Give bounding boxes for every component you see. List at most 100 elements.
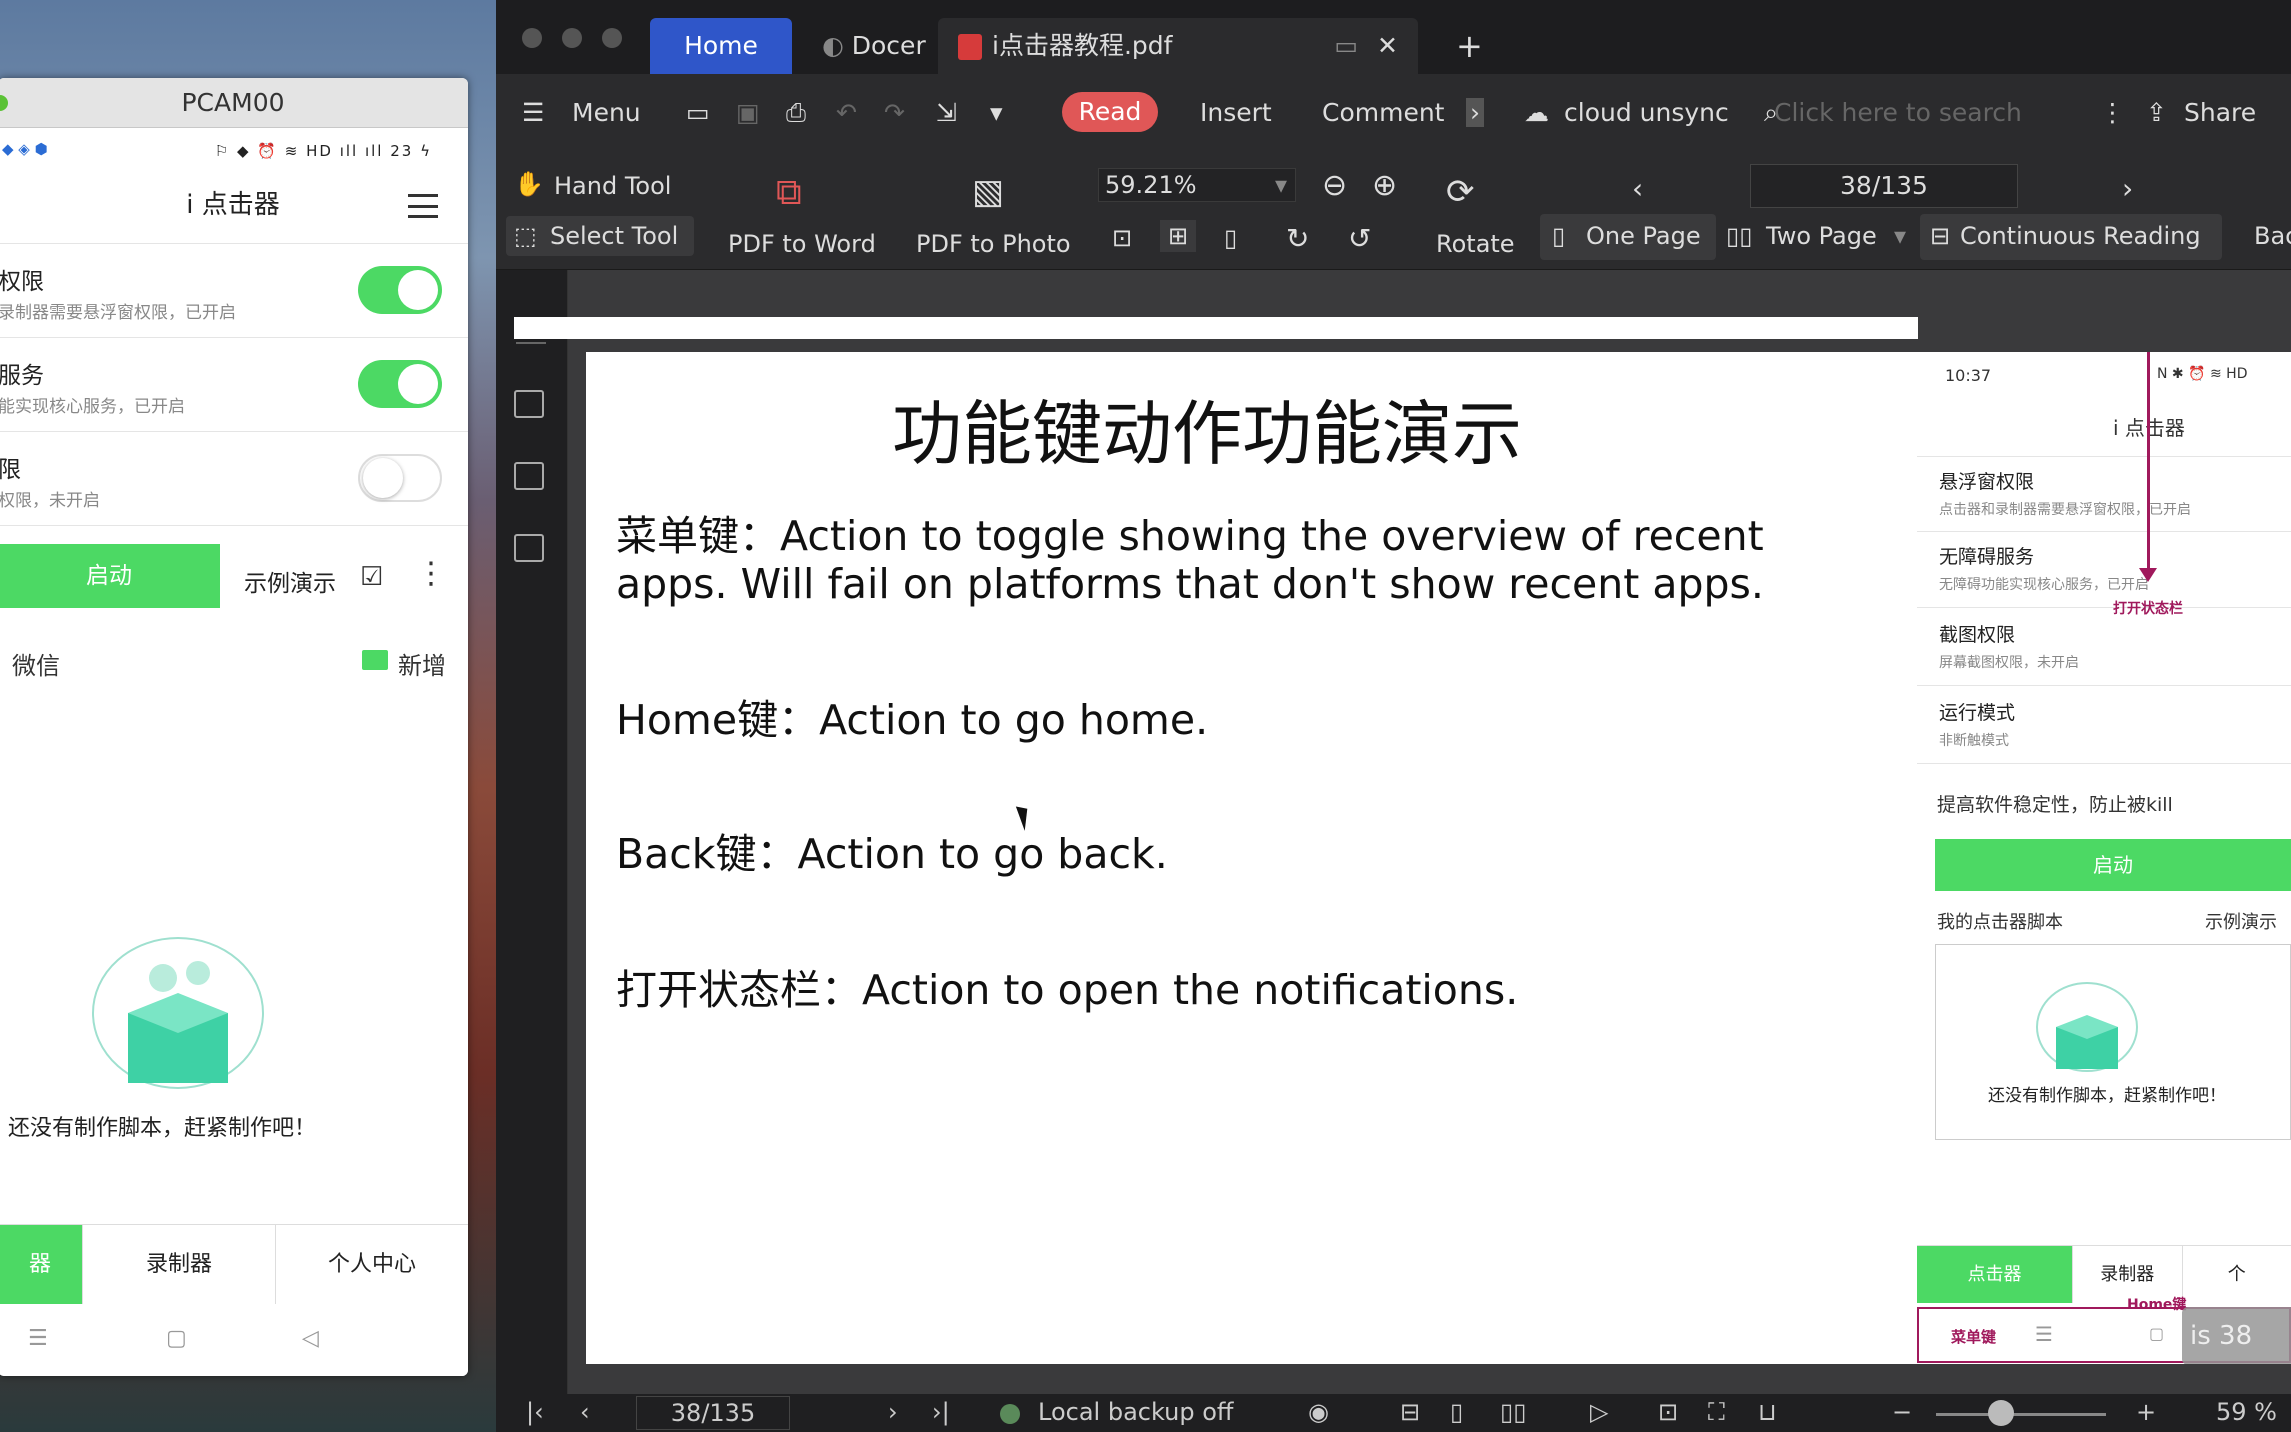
shot-recent-icon: ☰ — [2035, 1322, 2053, 1346]
outline-icon[interactable] — [514, 390, 544, 418]
shot-row-title: 无障碍服务 — [1939, 546, 2035, 568]
status-bar: |‹ ‹ 38/135 › ›| Local backup off ◉ ⊟ ▯ … — [496, 1394, 2291, 1432]
demo-link[interactable]: 示例演示 — [244, 564, 336, 598]
next-page-icon[interactable]: › — [2122, 172, 2133, 205]
zoom-select[interactable]: 59.21% ▾ — [1098, 168, 1296, 202]
tab-clicker[interactable]: 器 — [0, 1225, 82, 1304]
share-button[interactable]: Share — [2184, 98, 2256, 127]
thumbnails-icon[interactable] — [514, 462, 544, 490]
background-button[interactable]: Bac — [2254, 222, 2291, 250]
overlay-permission-toggle[interactable] — [358, 266, 442, 314]
tab-docer[interactable]: ◐ Docer — [802, 18, 946, 74]
redo-icon[interactable]: ↷ — [884, 98, 905, 127]
undo-icon[interactable]: ↶ — [836, 98, 857, 127]
eye-protection-icon[interactable]: ◉ — [1308, 1398, 1329, 1426]
open-folder-icon[interactable]: ▭ — [686, 98, 710, 127]
phone-tab-bar: 器 录制器 个人中心 — [0, 1224, 468, 1304]
zoom-in-icon[interactable]: ⊕ — [1372, 168, 1397, 203]
last-page-icon[interactable]: ›| — [932, 1398, 950, 1426]
continuous-view-icon[interactable]: ⊟ — [1400, 1398, 1420, 1426]
fit-width-icon[interactable]: ▯ — [1224, 224, 1237, 252]
tab-comment[interactable]: Comment — [1322, 98, 1445, 127]
checklist-icon[interactable]: ☑ — [360, 562, 383, 592]
rotate-right-icon[interactable]: ↻ — [1286, 222, 1309, 255]
more-options-icon[interactable]: ⋮ — [416, 556, 446, 591]
fit-width-icon[interactable]: ⊔ — [1758, 1398, 1777, 1426]
tab-read[interactable]: Read — [1062, 92, 1158, 132]
tab-home[interactable]: Home — [650, 18, 792, 74]
fit-page-icon[interactable]: ⛶ — [1708, 1398, 1725, 1426]
zoom-in-icon[interactable]: + — [2136, 1398, 2156, 1426]
tab-profile[interactable]: 个人中心 — [275, 1225, 468, 1304]
play-icon[interactable]: ▷ — [1590, 1398, 1608, 1426]
pdf-to-photo-button[interactable]: PDF to Photo — [916, 230, 1071, 258]
more-tabs-chevron-icon[interactable]: › — [1466, 98, 1484, 127]
rotate-left-icon[interactable]: ↺ — [1348, 222, 1371, 255]
back-icon[interactable]: ◁ — [302, 1326, 319, 1351]
menu-button[interactable]: Menu — [572, 98, 641, 127]
tab-pdf-document[interactable]: i点击器教程.pdf ▭ ✕ — [938, 18, 1418, 74]
single-page-view-icon[interactable]: ▯ — [1450, 1398, 1463, 1426]
zoom-out-icon[interactable]: − — [1892, 1398, 1912, 1426]
one-page-button[interactable]: ▯ One Page — [1540, 214, 1716, 260]
script-folder-name[interactable]: 微信 — [12, 646, 60, 681]
shot-row-subtitle: 屏幕截图权限，未开启 — [1939, 655, 2079, 671]
print-icon[interactable]: ⎙ — [786, 98, 806, 128]
more-icon[interactable]: ⋮ — [2100, 98, 2125, 127]
search-field[interactable]: Click here to search — [1774, 98, 2022, 127]
hamburger-menu-icon[interactable] — [408, 194, 438, 218]
dropdown-arrow-icon[interactable]: ▾ — [990, 98, 1003, 127]
home-icon[interactable]: ▢ — [166, 1326, 187, 1351]
home-key-text: Home键：Action to go home. — [616, 696, 1209, 744]
menu-key-text-cont: apps. Will fail on platforms that don't … — [616, 560, 1764, 608]
new-tab-button[interactable]: + — [1436, 18, 1503, 74]
tab-recorder[interactable]: 录制器 — [82, 1225, 275, 1304]
start-button[interactable]: 启动 — [0, 544, 220, 608]
export-icon[interactable]: ⇲ — [936, 98, 957, 127]
window-mode-icon[interactable]: ▭ — [1334, 18, 1358, 74]
tab-pdf-label: i点击器教程.pdf — [992, 31, 1173, 60]
actual-size-icon[interactable]: ⊡ — [1112, 224, 1132, 252]
continuous-reading-button[interactable]: ⊟ Continuous Reading — [1920, 214, 2222, 260]
close-tab-icon[interactable]: ✕ — [1377, 18, 1398, 74]
zoom-slider-knob[interactable] — [1988, 1400, 2014, 1426]
prev-page-icon[interactable]: ‹ — [580, 1398, 590, 1426]
previous-page-icon[interactable]: ‹ — [1632, 172, 1643, 205]
tab-insert[interactable]: Insert — [1200, 98, 1272, 127]
cloud-status[interactable]: cloud unsync — [1564, 98, 1729, 127]
main-toolbar: ☰ Menu ▭ ▣ ⎙ ↶ ↷ ⇲ ▾ Read Insert Comment… — [496, 74, 2291, 150]
window-minimize-button[interactable] — [562, 28, 582, 48]
two-page-dropdown-icon[interactable]: ▾ — [1894, 222, 1906, 250]
window-close-button[interactable] — [522, 28, 542, 48]
zoom-slider[interactable] — [1936, 1413, 2106, 1416]
service-toggle[interactable] — [358, 360, 442, 408]
bottom-page-field[interactable]: 38/135 — [636, 1396, 790, 1430]
permission-row-service: 服务 能实现核心服务，已开启 — [0, 338, 468, 432]
save-icon[interactable]: ▣ — [736, 98, 760, 127]
local-backup-status[interactable]: Local backup off — [1038, 1398, 1233, 1426]
menu-icon[interactable]: ☰ — [522, 98, 544, 127]
add-script-button[interactable]: 新增 — [398, 646, 446, 681]
next-page-icon[interactable]: › — [888, 1398, 898, 1426]
rotate-button[interactable]: Rotate — [1436, 230, 1515, 258]
export-word-icon[interactable] — [514, 534, 544, 562]
screenshot-permission-toggle[interactable] — [358, 454, 442, 502]
two-page-button[interactable]: Two Page — [1766, 222, 1877, 250]
permission-row-screenshot: 限 权限，未开启 — [0, 432, 468, 526]
fit-page-icon[interactable]: ⊞ — [1160, 220, 1197, 252]
actual-size-icon[interactable]: ⊡ — [1658, 1398, 1678, 1426]
tab-strip: Home ◐ Docer i点击器教程.pdf ▭ ✕ + — [496, 0, 2291, 74]
recent-apps-icon[interactable]: ☰ — [28, 1326, 48, 1351]
two-page-view-icon[interactable]: ▯▯ — [1500, 1398, 1526, 1426]
zoom-percent[interactable]: 59 % — [2216, 1398, 2277, 1426]
pdf-to-word-button[interactable]: PDF to Word — [728, 230, 876, 258]
hand-tool-button[interactable]: Hand Tool — [554, 172, 671, 200]
page-number-field[interactable]: 38/135 — [1750, 164, 2018, 208]
first-page-icon[interactable]: |‹ — [526, 1398, 544, 1426]
shot-start-button: 启动 — [1935, 839, 2291, 891]
zoom-out-icon[interactable]: ⊖ — [1322, 168, 1347, 203]
window-zoom-button[interactable] — [602, 28, 622, 48]
empty-state-text: 还没有制作脚本，赶紧制作吧！ — [8, 1116, 317, 1141]
one-page-icon: ▯ — [1552, 222, 1566, 250]
select-tool-button[interactable]: ⬚ Select Tool — [506, 216, 694, 256]
